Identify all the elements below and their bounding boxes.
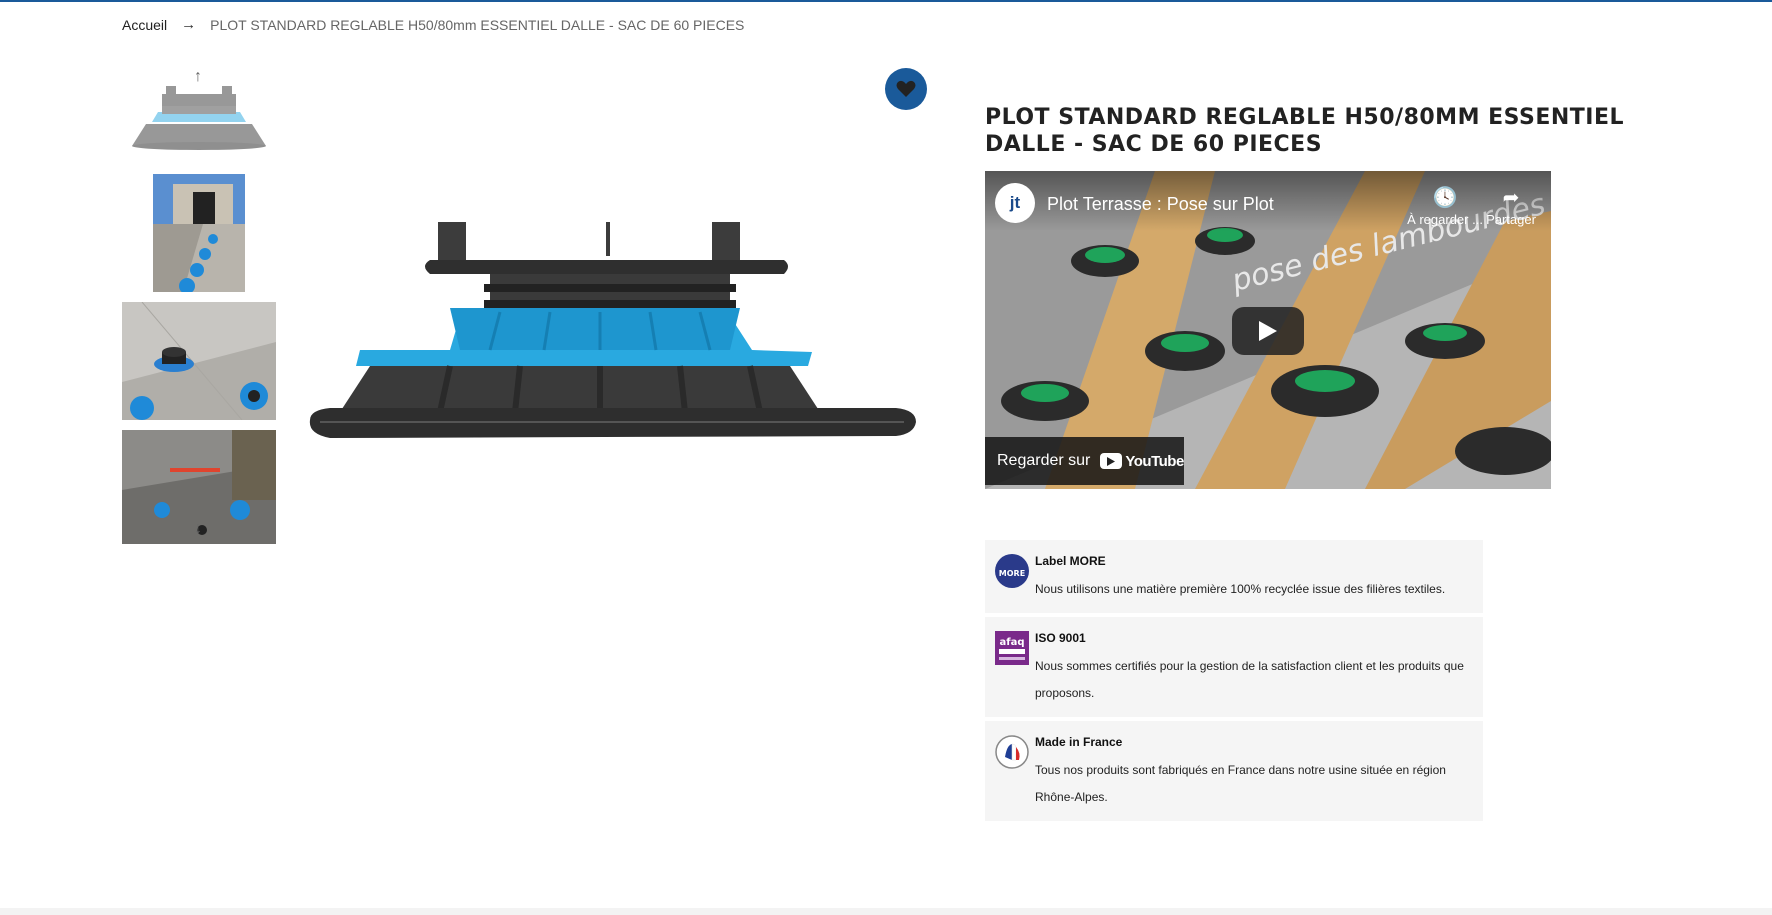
share-label: Partager (1486, 212, 1536, 227)
more-label-badge-icon: MORE (995, 554, 1029, 588)
youtube-logo: YouTube (1100, 452, 1184, 470)
footer-band (0, 908, 1772, 915)
arrow-down-icon[interactable]: ↓ (194, 520, 202, 538)
youtube-play-icon (1100, 453, 1123, 469)
feature-title: Made in France (1035, 735, 1123, 749)
arrow-up-icon[interactable]: ↑ (194, 68, 202, 86)
made-in-france-badge-icon (995, 735, 1029, 769)
feature-description: Tous nos produits sont fabriqués en Fran… (1035, 763, 1446, 804)
feature-made-in-france: Made in France Tous nos produits sont fa… (985, 721, 1483, 821)
thumbnail-1[interactable]: ↑ (122, 64, 276, 164)
thumbnail-3[interactable] (122, 302, 276, 420)
breadcrumb-home-link[interactable]: Accueil (122, 17, 167, 33)
feature-title: ISO 9001 (1035, 631, 1086, 645)
breadcrumb: Accueil → PLOT STANDARD REGLABLE H50/80m… (122, 16, 744, 33)
afaq-iso-badge-icon: afaq (995, 631, 1029, 665)
product-title: PLOT STANDARD REGLABLE H50/80MM ESSENTIE… (985, 105, 1625, 157)
heart-icon (896, 80, 916, 97)
play-button[interactable] (1232, 307, 1304, 355)
play-icon (1259, 321, 1277, 341)
share-icon: ➦ (1502, 187, 1520, 209)
top-accent-line (0, 0, 1772, 2)
feature-description: Nous sommes certifiés pour la gestion de… (1035, 659, 1464, 700)
thumbnail-2[interactable] (153, 174, 245, 292)
video-title[interactable]: Plot Terrasse : Pose sur Plot (1047, 194, 1274, 215)
svg-text:MORE: MORE (999, 569, 1025, 578)
share-button[interactable]: ➦ Partager (1471, 185, 1551, 227)
breadcrumb-current: PLOT STANDARD REGLABLE H50/80mm ESSENTIE… (210, 16, 745, 33)
feature-iso-9001: afaq ISO 9001 Nous sommes certifiés pour… (985, 617, 1483, 717)
watch-on-youtube-button[interactable]: Regarder sur YouTube (985, 437, 1184, 485)
watch-on-label: Regarder sur (997, 452, 1091, 469)
feature-description: Nous utilisons une matière première 100%… (1035, 582, 1446, 596)
youtube-video-embed[interactable]: pose des lambourdes jt Plot Terrasse : P… (985, 171, 1551, 489)
svg-text:afaq: afaq (999, 637, 1024, 648)
thumbnail-gallery: ↑ ↓ (122, 64, 276, 554)
channel-logo[interactable]: jt (995, 183, 1035, 223)
main-product-image (300, 200, 924, 460)
breadcrumb-separator-icon: → (181, 16, 197, 33)
favorite-button[interactable] (885, 68, 927, 110)
youtube-wordmark: YouTube (1125, 452, 1184, 470)
feature-label-more: MORE Label MORE Nous utilisons une matiè… (985, 540, 1483, 613)
features-list: MORE Label MORE Nous utilisons une matiè… (985, 540, 1483, 825)
thumbnail-4[interactable]: ↓ (122, 430, 276, 544)
feature-title: Label MORE (1035, 554, 1106, 568)
